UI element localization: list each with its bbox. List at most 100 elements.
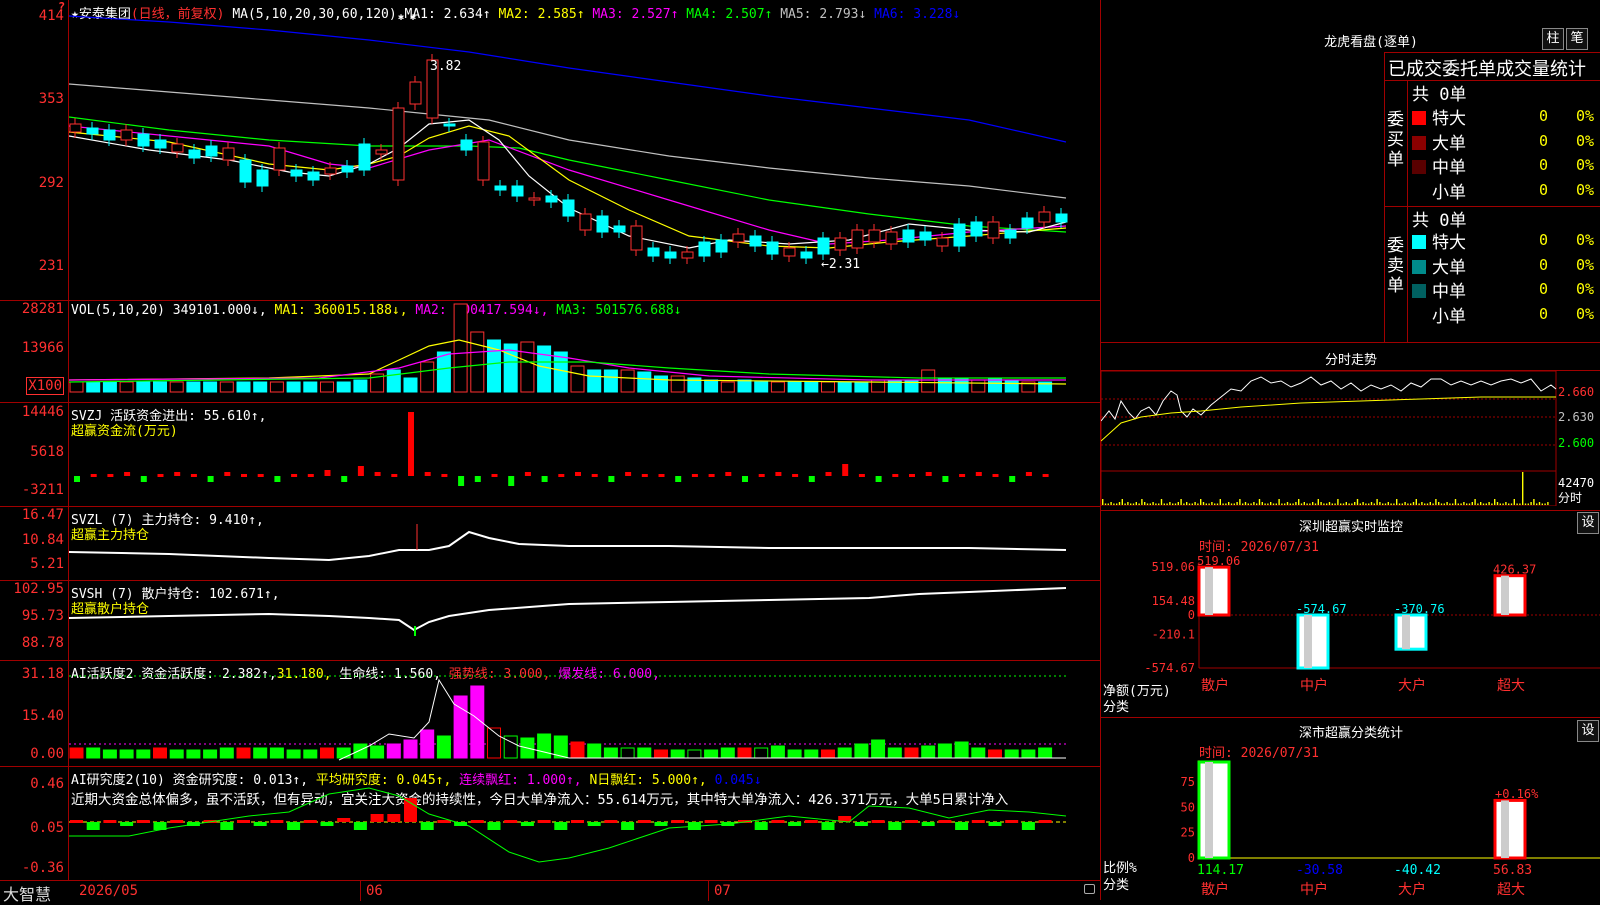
ai-research-pane[interactable]: 0.46 0.05 -0.36 AI研究度2(10) 资金研究度: 0.013↑… [0, 766, 1100, 881]
ai1-bar [303, 749, 318, 759]
fenshi-vol-bar [1365, 503, 1367, 505]
kline-pane[interactable]: 414 353 292 231 ★安泰集团(日线，前复权) MA(5,10,20… [0, 0, 1100, 301]
svsh-chart[interactable] [69, 580, 1100, 660]
vol-pane[interactable]: 28281 13966 X100 VOL(5,10,20) 349101.000… [0, 300, 1100, 403]
fenshi-vol-bar [1491, 503, 1493, 505]
ai2-bar [921, 822, 935, 826]
left-chart-area[interactable]: ? 414 353 292 231 ★安泰集团(日线，前复权) MA(5,10,… [0, 0, 1100, 904]
sell-label-text: 大单 [1432, 257, 1466, 278]
vol-bar [186, 381, 201, 393]
ai2-bar [220, 822, 234, 830]
buy-row-label: 小单 [1412, 178, 1466, 203]
fenshi-vol-bar [1533, 499, 1535, 505]
vol-ytick: 28281 [21, 301, 64, 317]
vol-bar [269, 381, 284, 393]
sz-monitor-chart[interactable]: 519.06 154.480 -210.1 -574.67 519.06 散户 -574.6… [1101, 550, 1600, 715]
ai1-bar [186, 749, 201, 759]
ai1-bar [704, 749, 719, 759]
svsh-line [69, 587, 1067, 632]
vol-chart[interactable] [69, 300, 1100, 402]
ai2-bar [704, 820, 718, 823]
sz-stats-bar-shade [1205, 762, 1213, 858]
ai1-bar [603, 747, 618, 759]
vol-ytick: 13966 [21, 340, 64, 356]
ai2-bar [804, 820, 818, 823]
fenshi-vol-bar [1354, 502, 1356, 505]
candle [239, 159, 252, 183]
ai2-ytick: 0.46 [30, 776, 64, 792]
svzj-chart[interactable] [69, 402, 1100, 506]
ai1-yaxis: 31.18 15.40 0.00 [0, 660, 69, 766]
candle [290, 169, 303, 177]
candle [443, 123, 456, 127]
ai1-bar [787, 749, 802, 759]
sz-stats-settings-button[interactable]: 设 [1577, 720, 1599, 742]
fenshi-vol-bar [1236, 502, 1238, 505]
fenshi-vol-bar [1485, 503, 1487, 505]
fenshi-vol-bar [1538, 502, 1541, 505]
sz-stats-ytick: 75 [1181, 775, 1195, 789]
ai2-bar [370, 814, 384, 822]
vol-unit: X100 [26, 377, 64, 395]
fenshi-vol-bar [1541, 503, 1543, 505]
svzj-bar [975, 472, 982, 476]
fenshi-vol-bar [1163, 503, 1165, 505]
svzj-pane[interactable]: 14446 5618 -3211 SVZJ 活跃资金进出: 55.610↑, 超… [0, 402, 1100, 507]
app-logo[interactable]: 大智慧 [3, 881, 51, 905]
fenshi-vol-bar [1547, 502, 1549, 505]
fenshi-vol-bar [1410, 503, 1412, 505]
svsh-pane[interactable]: 102.95 95.73 88.78 SVSH (7) 散户持仓: 102.67… [0, 580, 1100, 661]
vol-bar [102, 381, 117, 393]
fenshi-vol-bar [1197, 503, 1199, 505]
lock-icon[interactable] [1084, 884, 1095, 894]
candle [834, 237, 847, 251]
candle [902, 229, 915, 243]
sz-monitor-bar-shade [1501, 575, 1509, 615]
section-divider [1101, 342, 1600, 343]
bar-mode-button[interactable]: 柱 [1542, 28, 1564, 50]
sz-stats-chart[interactable]: 75 50 25 0114.17 散户 -30.58 中户 -40.42 大户 56.83 超大 +0… [1101, 760, 1600, 900]
sz-monitor-value-label: 426.37 [1493, 563, 1536, 577]
ai2-bar [888, 822, 902, 830]
svzl-pane[interactable]: 16.47 10.84 5.21 SVZL (7) 主力持仓: 9.410↑, … [0, 506, 1100, 581]
svzj-bar [959, 474, 966, 477]
svzj-bar [307, 474, 314, 477]
fenshi-vol-bar [1398, 503, 1401, 505]
fenshi-vol-bar [1499, 503, 1501, 505]
buy-pct: 0% [1576, 180, 1595, 199]
candle [1055, 213, 1068, 223]
ai1-bar [537, 733, 552, 759]
kline-chart[interactable]: 3.82 ←2.31 [69, 0, 1100, 300]
svzj-bar [808, 476, 815, 482]
sz-monitor-settings-button[interactable]: 设 [1577, 512, 1599, 534]
fenshi-vol-bar [1113, 503, 1115, 505]
sz-monitor-bar-shade [1205, 567, 1213, 615]
sell-row-label: 特大 [1412, 228, 1466, 253]
svzj-bar [391, 474, 398, 477]
ai2-bar [938, 820, 952, 823]
fenshi-vol-bar [1208, 503, 1210, 505]
fenshi-vol-bar [1477, 503, 1479, 505]
fenshi-chart[interactable]: 2.660 2.630 2.600 42470 分时 [1101, 371, 1600, 506]
vol-bar [821, 381, 835, 393]
candle [970, 221, 983, 237]
ai2-chart[interactable] [69, 766, 1100, 880]
tick-mode-button[interactable]: 笔 [1566, 28, 1588, 50]
ai1-chart[interactable] [69, 660, 1100, 766]
ai1-bar [403, 739, 418, 759]
ai-activity-pane[interactable]: 31.18 15.40 0.00 AI活跃度2 资金活跃度: 2.382↑,31… [0, 660, 1100, 767]
candle [885, 231, 898, 245]
candle [358, 143, 371, 171]
candle [953, 223, 966, 247]
buy-count: 0 [1539, 180, 1549, 199]
fenshi-vol-bar [1314, 503, 1317, 505]
ai1-bar [620, 747, 635, 759]
section-divider [1101, 717, 1600, 718]
ai1-bar [770, 745, 785, 759]
ai2-ytick: 0.05 [30, 820, 64, 836]
sell-pct: 0% [1576, 304, 1595, 323]
svzl-chart[interactable] [69, 506, 1100, 580]
fenshi-vol-bar [1300, 503, 1303, 505]
fenshi-vol-bar [1482, 503, 1485, 505]
sz-monitor-category: 超大 [1497, 678, 1525, 694]
